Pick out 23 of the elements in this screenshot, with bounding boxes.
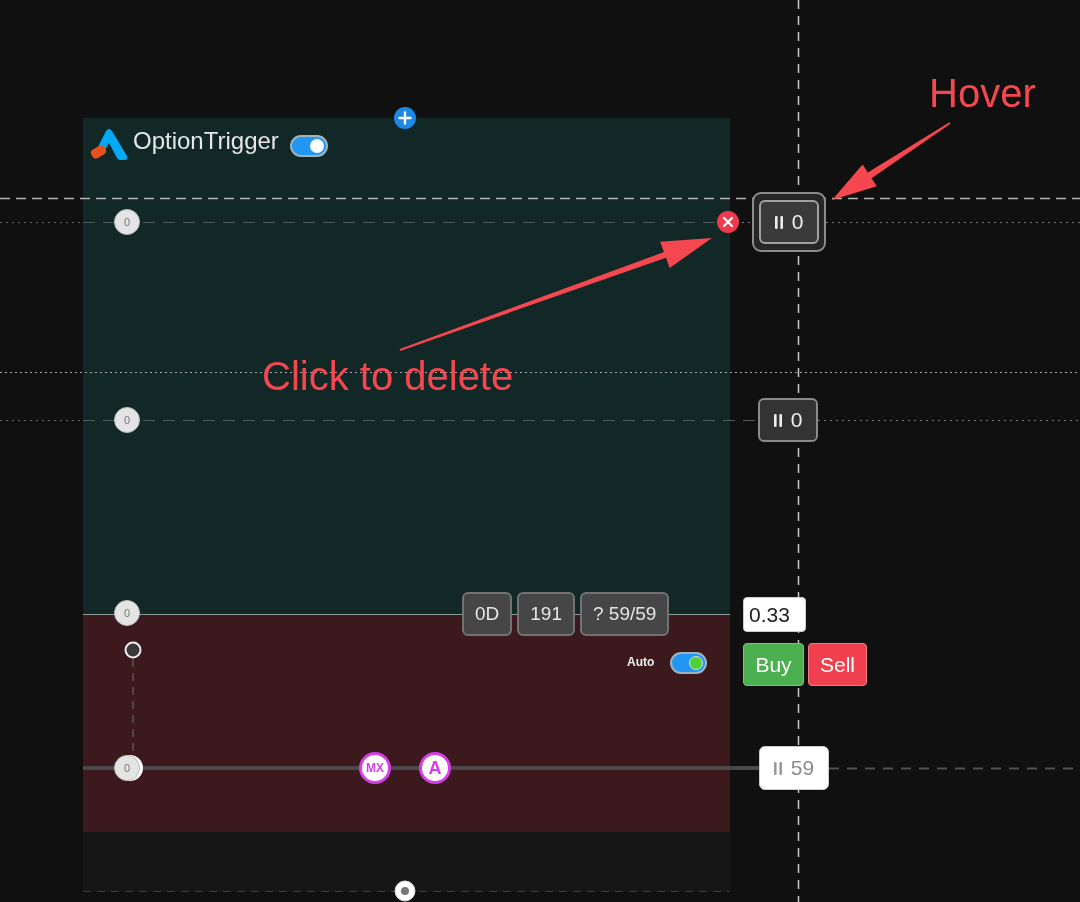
pause-icon	[773, 761, 782, 775]
info-badge: ? 59/59	[580, 592, 670, 636]
enable-toggle[interactable]	[290, 135, 328, 157]
pause-icon	[773, 413, 782, 427]
annotation-text: Click to delete	[262, 353, 514, 400]
buy-button[interactable]: Buy	[743, 643, 804, 686]
quantity-field[interactable]: 0.33	[743, 597, 806, 632]
pause-icon	[774, 215, 783, 229]
price-tag-button[interactable]: 0	[758, 398, 818, 442]
info-badge: 0D	[462, 592, 513, 636]
sell-button[interactable]: Sell	[808, 643, 867, 686]
info-badge: 191	[517, 592, 575, 636]
annotation-text: Hover	[929, 70, 1036, 117]
app-title: OptionTrigger	[133, 126, 279, 156]
auto-label: Auto	[627, 655, 655, 669]
plus-icon[interactable]	[394, 107, 416, 129]
handle-icon[interactable]	[394, 880, 416, 902]
close-icon[interactable]	[717, 211, 739, 233]
anchor-point-icon[interactable]	[124, 641, 142, 659]
price-tag-button[interactable]: 0	[752, 192, 826, 252]
auto-toggle[interactable]	[670, 652, 707, 674]
logo-icon	[89, 127, 129, 161]
price-tag-button[interactable]: 59	[759, 746, 829, 790]
